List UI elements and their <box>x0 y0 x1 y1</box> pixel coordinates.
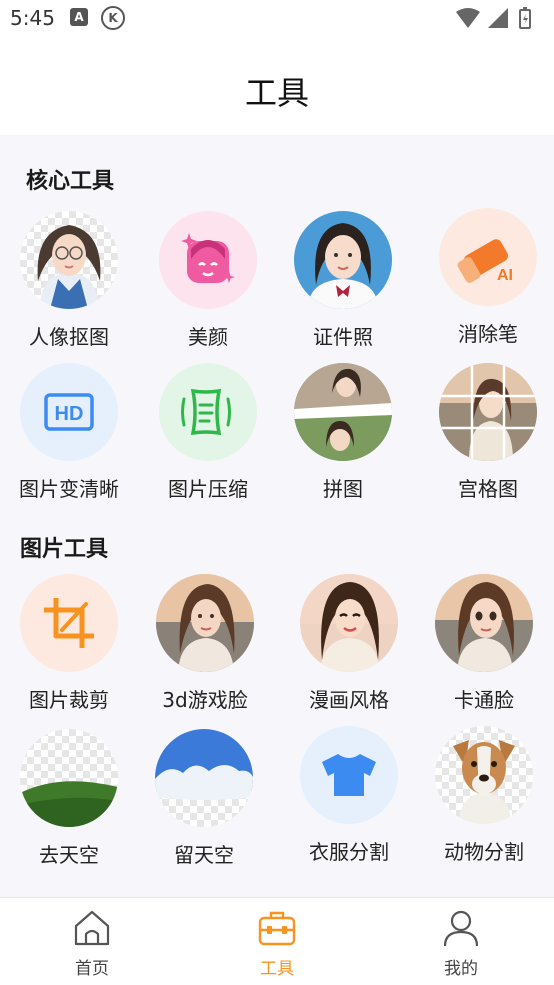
crop-icon <box>20 574 118 672</box>
header: 工具 <box>0 38 554 135</box>
grid-icon <box>439 363 537 461</box>
3d-face-icon <box>156 574 254 672</box>
ai-badge-text: AI <box>497 267 513 284</box>
tool-label: 图片压缩 <box>168 477 248 501</box>
nav-tools[interactable]: 工具 <box>217 908 337 979</box>
tool-cartoon[interactable]: 卡通脸 <box>414 574 554 713</box>
tool-keep-sky[interactable]: 留天空 <box>134 729 274 868</box>
tool-label: 宫格图 <box>458 477 518 501</box>
tool-label: 证件照 <box>313 325 373 349</box>
tool-grid[interactable]: 宫格图 <box>418 363 554 502</box>
animal-seg-icon <box>435 726 533 824</box>
tool-label: 衣服分割 <box>309 840 389 864</box>
signal-icon <box>488 8 508 28</box>
home-icon <box>74 910 110 946</box>
battery-icon <box>519 7 531 29</box>
toolbox-icon <box>258 911 296 946</box>
tool-label: 美颜 <box>188 325 228 349</box>
status-time: 5:45 <box>10 6 55 30</box>
page-title: 工具 <box>244 74 309 112</box>
nav-home-label: 首页 <box>75 959 109 979</box>
tool-label: 动物分割 <box>444 840 524 864</box>
tools-content[interactable]: 核心工具 人像抠图 美颜 证件照 AI 消除笔 HD 图片变清晰 图片压缩 拼图… <box>0 135 554 897</box>
cartoon-icon <box>435 574 533 672</box>
keep-sky-icon <box>155 729 253 827</box>
tool-label: 人像抠图 <box>29 325 109 349</box>
tool-clothes-seg[interactable]: 衣服分割 <box>279 726 419 865</box>
compress-icon <box>159 363 257 461</box>
section-title-core: 核心工具 <box>26 169 115 194</box>
tool-label: 卡通脸 <box>454 688 514 712</box>
hd-icon: HD <box>20 363 118 461</box>
tool-3d-face[interactable]: 3d游戏脸 <box>135 574 275 713</box>
collage-icon <box>294 363 392 461</box>
eraser-icon: AI <box>439 208 537 306</box>
user-icon <box>443 910 479 947</box>
tool-remove-sky[interactable]: 去天空 <box>0 729 139 868</box>
tool-comic[interactable]: 漫画风格 <box>279 574 419 713</box>
remove-sky-icon <box>20 729 118 827</box>
tool-id-photo[interactable]: 证件照 <box>273 211 413 350</box>
id-photo-icon <box>294 211 392 309</box>
comic-icon <box>300 574 398 672</box>
tool-animal-seg[interactable]: 动物分割 <box>414 726 554 865</box>
notification-k-icon: K <box>101 6 125 30</box>
tool-label: 拼图 <box>323 477 363 501</box>
section-title-image: 图片工具 <box>20 537 109 562</box>
tool-collage[interactable]: 拼图 <box>273 363 413 502</box>
nav-home[interactable]: 首页 <box>32 908 152 979</box>
tool-hd[interactable]: HD 图片变清晰 <box>0 363 139 502</box>
nav-mine-label: 我的 <box>444 959 478 979</box>
tool-label: 去天空 <box>39 843 99 867</box>
wifi-icon <box>456 8 480 28</box>
portrait-cutout-icon <box>20 211 118 309</box>
beauty-icon <box>159 211 257 309</box>
nav-tools-label: 工具 <box>260 959 294 979</box>
tool-label: 图片变清晰 <box>19 477 119 501</box>
clothes-seg-icon <box>300 726 398 824</box>
tool-label: 漫画风格 <box>309 688 389 712</box>
tool-label: 留天空 <box>174 843 234 867</box>
tool-label: 图片裁剪 <box>29 688 109 712</box>
hd-text: HD <box>55 403 84 425</box>
nav-mine[interactable]: 我的 <box>401 908 521 979</box>
status-icons <box>454 6 544 34</box>
tool-label: 3d游戏脸 <box>162 688 248 712</box>
tool-crop[interactable]: 图片裁剪 <box>0 574 139 713</box>
tool-portrait-cutout[interactable]: 人像抠图 <box>0 211 139 350</box>
tool-label: 消除笔 <box>458 322 518 346</box>
tool-eraser[interactable]: AI 消除笔 <box>418 208 554 347</box>
tool-compress[interactable]: 图片压缩 <box>138 363 278 502</box>
tool-beauty[interactable]: 美颜 <box>138 211 278 350</box>
notification-a-icon: A <box>70 8 88 26</box>
bottom-nav: 首页 工具 我的 <box>0 897 554 985</box>
status-bar: 5:45 A K <box>0 0 554 38</box>
